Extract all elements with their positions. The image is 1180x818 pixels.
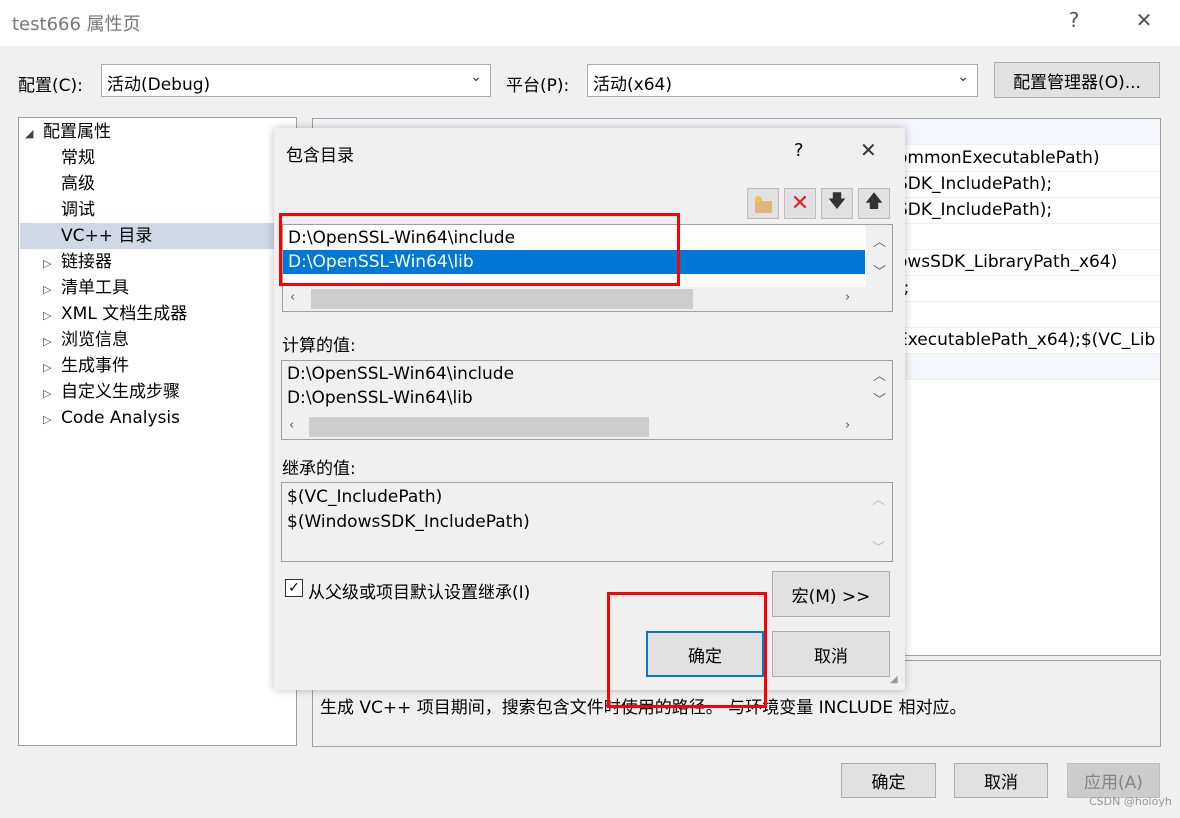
list-item-selected[interactable]: D:\OpenSSL-Win64\lib <box>283 250 865 274</box>
config-select[interactable]: 活动(Debug) ⌄ <box>101 64 491 97</box>
tree-item[interactable]: ▷ 自定义生成步骤 <box>43 379 295 405</box>
tree-item-label: 链接器 <box>61 252 112 272</box>
dialog-title: 包含目录 <box>286 146 354 166</box>
expand-triangle-icon[interactable]: ▷ <box>43 251 61 277</box>
vertical-scrollbar[interactable]: ︿ ﹀ <box>866 361 892 415</box>
tree-item[interactable]: ▷ 清单工具 <box>43 275 295 301</box>
tree-root[interactable]: ◢ 配置属性 <box>25 119 111 145</box>
tree-item-label: VC++ 目录 <box>61 226 153 246</box>
dialog-close-button[interactable]: ✕ <box>860 138 877 162</box>
vertical-scrollbar[interactable]: ︿ ﹀ <box>866 225 892 287</box>
inherit-checkbox-label[interactable]: 从父级或项目默认设置继承(I) <box>308 578 530 603</box>
inherited-label: 继承的值: <box>282 459 356 479</box>
macros-button[interactable]: 宏(M) >> <box>772 571 890 617</box>
tree-item-label: 生成事件 <box>61 356 129 376</box>
tree-item-label: 高级 <box>61 174 95 194</box>
scroll-thumb[interactable] <box>311 289 693 309</box>
inherit-checkbox[interactable]: ✓ <box>285 579 303 597</box>
chevron-down-icon: ⌄ <box>957 69 969 85</box>
platform-label: 平台(P): <box>506 76 570 96</box>
scroll-up-icon[interactable]: ︿ <box>873 231 886 250</box>
cancel-button[interactable]: 取消 <box>954 763 1048 798</box>
directory-list[interactable]: D:\OpenSSL-Win64\include D:\OpenSSL-Win6… <box>282 224 893 312</box>
tree-item-label: Code Analysis <box>61 408 180 428</box>
scroll-right-icon[interactable]: › <box>845 418 850 433</box>
tree-item[interactable]: ▷ XML 文档生成器 <box>43 301 295 327</box>
expand-triangle-icon[interactable]: ▷ <box>43 381 61 407</box>
expand-triangle-icon[interactable]: ▷ <box>43 303 61 329</box>
expand-triangle-icon[interactable]: ▷ <box>43 277 61 303</box>
close-button[interactable]: ✕ <box>1124 8 1164 32</box>
expand-triangle-icon[interactable]: ▷ <box>43 407 61 433</box>
evaluated-label: 计算的值: <box>282 336 356 356</box>
property-value: SDK_IncludePath); <box>897 200 1053 220</box>
new-folder-icon[interactable] <box>747 188 779 219</box>
tree-item[interactable]: 高级 <box>43 171 295 197</box>
tree-item[interactable]: VC++ 目录 <box>20 223 295 249</box>
config-label: 配置(C): <box>18 76 83 96</box>
title-bar: test666 属性页 ? ✕ <box>0 0 1180 46</box>
scroll-left-icon[interactable]: ‹ <box>289 418 294 433</box>
scroll-right-icon[interactable]: › <box>845 290 850 305</box>
scroll-up-icon[interactable]: ︿ <box>873 365 886 384</box>
tree-item[interactable]: 调试 <box>43 197 295 223</box>
window-title: test666 属性页 <box>12 14 141 35</box>
evaluated-item: D:\OpenSSL-Win64\lib <box>287 388 473 408</box>
tree-item[interactable]: ▷ Code Analysis <box>43 405 295 431</box>
ok-button[interactable]: 确定 <box>841 763 936 798</box>
property-tree: ◢ 配置属性 常规 高级 调试 VC++ 目录 ▷ 链接器 ▷ 清单工具 ▷ XML 文档生成器 ▷ 浏… <box>18 117 297 746</box>
tree-item[interactable]: ▷ 链接器 <box>43 249 295 275</box>
property-value: ExecutablePath_x64);$(VC_Lib <box>897 330 1156 350</box>
dialog-help-button[interactable]: ? <box>794 140 804 161</box>
inherited-item: $(WindowsSDK_IncludePath) <box>287 512 530 532</box>
watermark: CSDN @holoyh <box>1089 795 1172 808</box>
config-value: 活动(Debug) <box>107 75 211 95</box>
config-manager-button[interactable]: 配置管理器(O)... <box>994 62 1160 98</box>
tree-item-label: 自定义生成步骤 <box>61 382 180 402</box>
help-button[interactable]: ? <box>1054 8 1094 32</box>
property-value: SDK_IncludePath); <box>897 174 1053 194</box>
scroll-left-icon[interactable]: ‹ <box>290 290 295 305</box>
apply-button: 应用(A) <box>1067 763 1160 798</box>
description-text: 生成 VC++ 项目期间，搜索包含文件时使用的路径。 与环境变量 INCLUDE… <box>320 698 967 718</box>
delete-icon[interactable]: ✕ <box>784 188 816 219</box>
horizontal-scrollbar[interactable]: ‹ › <box>282 415 892 439</box>
platform-select[interactable]: 活动(x64) ⌄ <box>587 64 978 97</box>
scroll-down-icon: ﹀ <box>871 541 885 556</box>
resize-grip-icon[interactable]: ◢ <box>890 674 898 685</box>
tree-item[interactable]: ▷ 浏览信息 <box>43 327 295 353</box>
expand-triangle-icon[interactable]: ▷ <box>43 355 61 381</box>
tree-item-label: 调试 <box>61 200 95 220</box>
tree-item-label: 常规 <box>61 148 95 168</box>
tree-item[interactable]: ▷ 生成事件 <box>43 353 295 379</box>
list-item[interactable]: D:\OpenSSL-Win64\include <box>283 226 865 250</box>
scroll-up-icon: ︿ <box>871 493 885 508</box>
include-directories-dialog: 包含目录 ? ✕ ✕ 🡇 🡅 D:\OpenSSL-Win64\include … <box>274 128 905 690</box>
tree-item[interactable]: 常规 <box>43 145 295 171</box>
move-down-icon[interactable]: 🡇 <box>821 188 853 219</box>
property-value: owsSDK_LibraryPath_x64) <box>897 252 1118 272</box>
tree-item-label: XML 文档生成器 <box>61 304 188 324</box>
horizontal-scrollbar[interactable]: ‹ › <box>283 287 892 311</box>
scroll-down-icon[interactable]: ﹀ <box>873 261 886 280</box>
property-value: ommonExecutablePath) <box>897 148 1100 168</box>
expanded-triangle-icon: ◢ <box>25 127 34 140</box>
chevron-down-icon: ⌄ <box>470 69 482 85</box>
platform-value: 活动(x64) <box>593 75 672 95</box>
scroll-down-icon[interactable]: ﹀ <box>873 389 886 408</box>
dialog-ok-button[interactable]: 确定 <box>646 631 764 677</box>
scroll-thumb[interactable] <box>309 417 649 437</box>
inherited-item: $(VC_IncludePath) <box>287 487 443 507</box>
tree-item-label: 浏览信息 <box>61 330 129 350</box>
tree-root-label: 配置属性 <box>43 122 111 142</box>
dialog-cancel-button[interactable]: 取消 <box>772 631 890 677</box>
evaluated-list: D:\OpenSSL-Win64\include D:\OpenSSL-Win6… <box>281 360 893 440</box>
inherited-list: $(VC_IncludePath) $(WindowsSDK_IncludePa… <box>281 482 893 562</box>
dialog-toolbar: ✕ 🡇 🡅 <box>747 188 890 219</box>
evaluated-item: D:\OpenSSL-Win64\include <box>287 364 515 384</box>
move-up-icon[interactable]: 🡅 <box>858 188 890 219</box>
expand-triangle-icon[interactable]: ▷ <box>43 329 61 355</box>
tree-item-label: 清单工具 <box>61 278 129 298</box>
